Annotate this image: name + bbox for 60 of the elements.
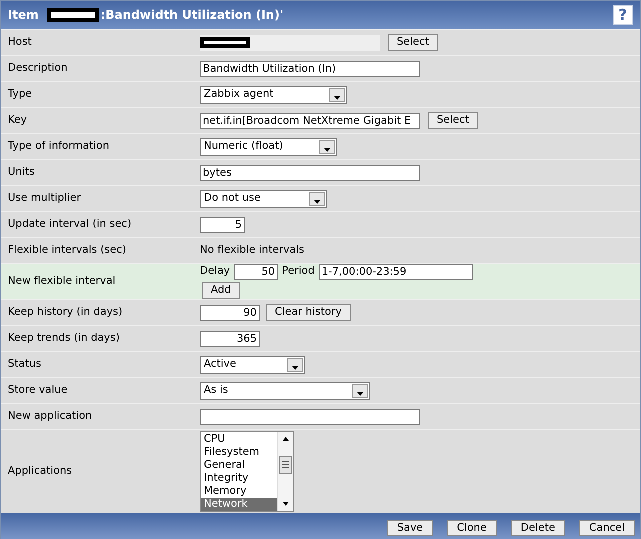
number-field[interactable]: 90 bbox=[200, 304, 260, 320]
scroll-thumb[interactable] bbox=[279, 456, 292, 474]
field-label: Host bbox=[7, 34, 33, 50]
list-item[interactable]: Filesystem bbox=[201, 446, 277, 459]
dropdown-icon bbox=[319, 140, 335, 154]
field-label: Update interval (in sec) bbox=[7, 216, 133, 232]
button[interactable]: Select bbox=[388, 34, 438, 51]
button[interactable]: Cancel bbox=[579, 520, 635, 536]
button[interactable]: Clone bbox=[447, 520, 497, 536]
field-label: New flexible interval bbox=[7, 274, 117, 289]
window-title: Item bbox=[8, 7, 39, 24]
dropdown-icon bbox=[309, 192, 325, 206]
list-item[interactable]: Integrity bbox=[201, 472, 277, 485]
field-label: Key bbox=[7, 112, 28, 128]
text-field[interactable]: bytes bbox=[200, 164, 420, 180]
select-field[interactable]: Active bbox=[200, 356, 305, 374]
list-item[interactable]: CPU bbox=[201, 433, 277, 446]
dropdown-icon bbox=[352, 384, 368, 398]
button[interactable]: Clear history bbox=[266, 304, 351, 321]
button[interactable]: Add bbox=[202, 282, 240, 299]
dropdown-icon bbox=[287, 358, 303, 372]
button[interactable]: Select bbox=[428, 112, 478, 129]
field-label: Units bbox=[7, 164, 36, 180]
text-field[interactable]: 1-7,00:00-23:59 bbox=[318, 264, 473, 280]
scroll-down-icon[interactable] bbox=[282, 500, 290, 508]
help-button[interactable]: ? bbox=[613, 5, 633, 25]
select-field[interactable]: As is bbox=[200, 382, 370, 400]
select-field[interactable]: Do not use bbox=[200, 190, 327, 208]
period-label: Period bbox=[282, 264, 315, 280]
dropdown-icon bbox=[329, 88, 345, 102]
field-label: Use multiplier bbox=[7, 190, 82, 206]
field-label: Status bbox=[7, 356, 42, 372]
list-item[interactable]: Memory bbox=[201, 485, 277, 498]
field-label: Store value bbox=[7, 382, 69, 398]
number-field[interactable]: 50 bbox=[234, 264, 278, 280]
field-label: Keep trends (in days) bbox=[7, 330, 121, 346]
field-label: Applications bbox=[7, 464, 74, 479]
delay-label: Delay bbox=[200, 264, 230, 280]
text-field[interactable]: net.if.in[Broadcom NetXtreme Gigabit E bbox=[200, 112, 420, 128]
text-field[interactable]: Bandwidth Utilization (In) bbox=[200, 60, 420, 76]
field-label: Type of information bbox=[7, 138, 111, 154]
field-label: Type bbox=[7, 86, 34, 102]
list-box[interactable]: CPU Filesystem General Integrity Memory Network bbox=[200, 431, 294, 512]
select-field[interactable]: Numeric (float) bbox=[200, 138, 337, 156]
button[interactable]: Delete bbox=[510, 520, 566, 536]
field-label: New application bbox=[7, 408, 94, 424]
field-label: Keep history (in days) bbox=[7, 304, 124, 320]
field-label: Description bbox=[7, 60, 69, 76]
field-value: No flexible intervals bbox=[200, 242, 305, 258]
scroll-up-icon[interactable] bbox=[282, 435, 290, 443]
field-label: Flexible intervals (sec) bbox=[7, 242, 128, 258]
number-field[interactable]: 5 bbox=[200, 216, 245, 232]
scrollbar[interactable] bbox=[277, 432, 293, 511]
text-field[interactable] bbox=[200, 408, 420, 424]
list-item[interactable]: General bbox=[201, 459, 277, 472]
list-item[interactable]: Network bbox=[201, 498, 277, 511]
select-field[interactable]: Zabbix agent bbox=[200, 86, 347, 104]
button[interactable]: Save bbox=[387, 520, 434, 536]
window-title: :Bandwidth Utilization (In)' bbox=[100, 7, 284, 24]
number-field[interactable]: 365 bbox=[200, 330, 260, 346]
